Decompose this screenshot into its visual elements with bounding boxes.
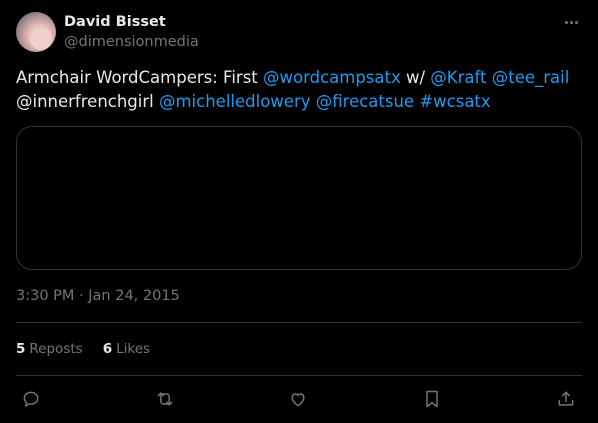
- like-icon[interactable]: [285, 386, 311, 412]
- mention-link[interactable]: @wordcampsatx: [263, 68, 401, 87]
- tweet-timestamp[interactable]: 3:30 PM · Jan 24, 2015: [16, 286, 180, 306]
- action-bar: [16, 386, 582, 412]
- divider: [16, 322, 582, 323]
- tweet-text-segment: Armchair WordCampers: First: [16, 68, 264, 87]
- mention-link[interactable]: #wcsatx: [419, 92, 490, 111]
- reply-icon[interactable]: [18, 386, 44, 412]
- likes-label: Likes: [116, 341, 151, 357]
- reposts-stat[interactable]: 5 Reposts: [16, 339, 83, 359]
- bookmark-icon[interactable]: [419, 386, 445, 412]
- tweet-text-segment: @innerfrenchgirl: [16, 92, 154, 111]
- share-icon[interactable]: [553, 386, 579, 412]
- tweet-text-segment: w/: [400, 68, 431, 87]
- divider: [16, 375, 582, 376]
- tweet-media[interactable]: [16, 126, 582, 270]
- mention-link[interactable]: @Kraft: [430, 68, 486, 87]
- author-handle[interactable]: @dimensionmedia: [64, 33, 199, 51]
- repost-icon[interactable]: [152, 386, 178, 412]
- tweet-stats: 5 Reposts 6 Likes: [16, 339, 150, 359]
- avatar[interactable]: [16, 12, 56, 52]
- more-icon[interactable]: [560, 12, 582, 32]
- mention-link[interactable]: @firecatsue: [316, 92, 414, 111]
- likes-stat[interactable]: 6 Likes: [103, 339, 150, 359]
- author-name[interactable]: David Bisset: [64, 12, 166, 32]
- tweet-text: Armchair WordCampers: First @wordcampsat…: [16, 66, 582, 114]
- reposts-count: 5: [16, 341, 26, 357]
- likes-count: 6: [102, 341, 113, 357]
- reposts-label: Reposts: [29, 341, 83, 357]
- mention-link[interactable]: @tee_rail: [492, 68, 570, 87]
- mention-link[interactable]: @michelledlowery: [159, 92, 311, 111]
